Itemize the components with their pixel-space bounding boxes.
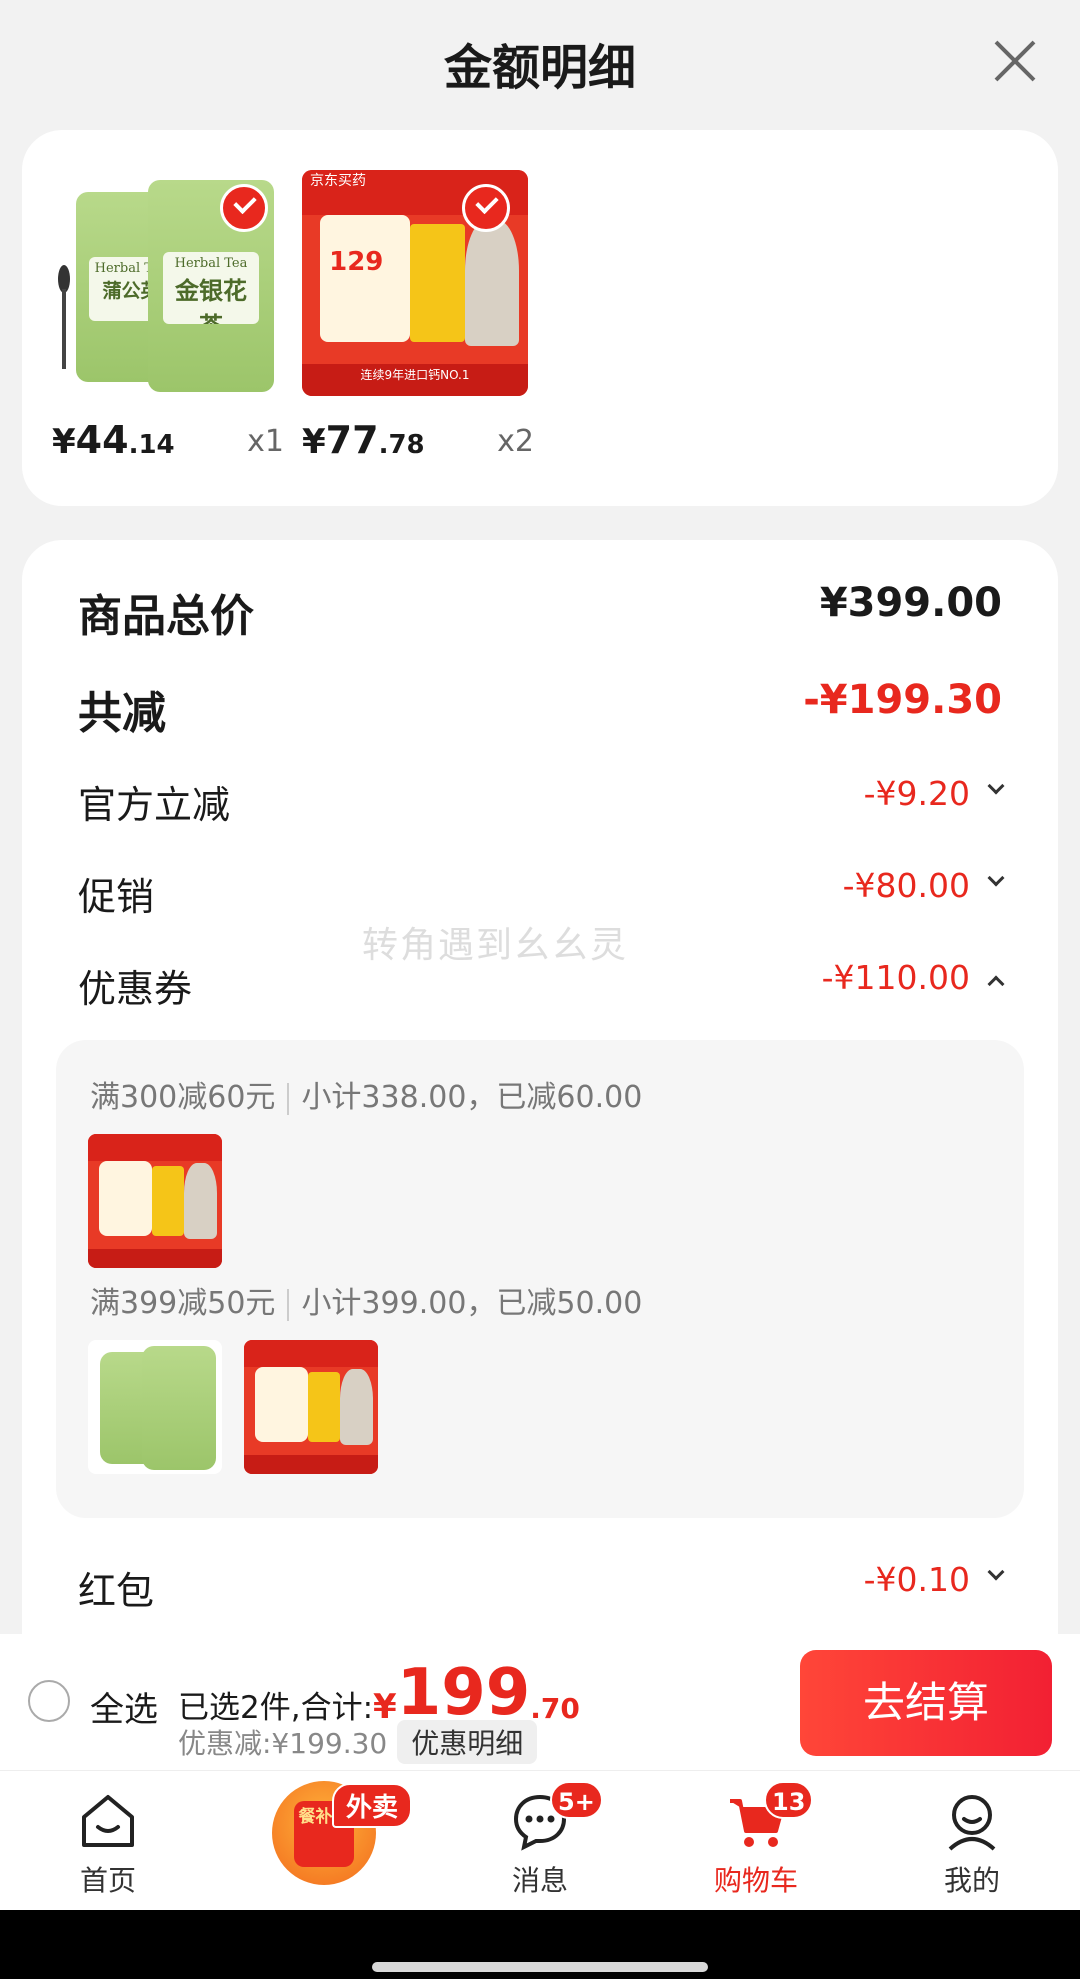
user-icon — [948, 1795, 996, 1851]
close-icon[interactable] — [990, 36, 1040, 86]
image-footer — [88, 1249, 222, 1268]
tab-meal-subsidy[interactable]: 餐补券 外卖 — [216, 1771, 432, 1911]
check-icon[interactable] — [462, 184, 510, 232]
image-footer-text: 连续9年进口钙NO.1 — [302, 364, 528, 396]
cart-badge: 13 — [764, 1781, 814, 1819]
spoon-icon — [58, 265, 70, 375]
coupon-rule-line: 满300减60元 小计338.00，已减60.00 — [90, 1072, 642, 1116]
coupon-product-thumb — [88, 1340, 222, 1474]
coupon-product-thumb — [244, 1340, 378, 1474]
image-price-text: 129 — [329, 246, 384, 277]
product-quantity: x1 — [247, 424, 284, 459]
checkout-button[interactable]: 去结算 — [800, 1650, 1052, 1756]
red-packet-amount: -¥0.10 — [863, 1560, 970, 1599]
promotion-label: 促销 — [78, 875, 155, 919]
total-reduced-row: 共减 -¥199.30 — [78, 677, 1002, 739]
price-decimal: .78 — [378, 430, 425, 460]
tab-cart[interactable]: 13 购物车 — [648, 1771, 864, 1911]
products-card: Herbal Tea蒲公英 Herbal Tea金银花茶 ¥44.14 x1 京… — [22, 130, 1058, 506]
total-integer: 199 — [396, 1656, 531, 1730]
tab-messages-label: 消息 — [511, 1864, 568, 1897]
tab-profile[interactable]: 我的 — [864, 1771, 1080, 1911]
coupon-product-thumb — [88, 1134, 222, 1268]
image-product-box — [152, 1166, 185, 1236]
sheet-header: 金额明细 — [0, 0, 1080, 125]
page-title: 金额明细 — [443, 40, 636, 96]
select-all-label[interactable]: 全选 — [90, 1682, 158, 1731]
message-badge: 5+ — [550, 1781, 603, 1819]
checkout-bar: 全选 已选2件,合计:¥199.70 优惠减:¥199.30 优惠明细 去结算 — [0, 1634, 1080, 1770]
promotion-amount: -¥80.00 — [842, 866, 970, 905]
image-panel — [98, 1160, 153, 1236]
official-discount-amount: -¥9.20 — [863, 774, 970, 813]
product-image: 京东买药 129 连续9年进口钙NO.1 — [302, 170, 528, 396]
price-currency: ¥ — [52, 422, 76, 462]
coupon-summary: 小计338.00，已减60.00 — [301, 1080, 643, 1115]
price-decimal: .14 — [128, 430, 175, 460]
product-price-row: ¥77.78 x2 — [302, 418, 534, 468]
image-panel — [254, 1366, 309, 1442]
red-packet-label: 红包 — [78, 1569, 155, 1613]
tab-home-label: 首页 — [79, 1864, 136, 1897]
product-image: Herbal Tea蒲公英 Herbal Tea金银花茶 — [52, 170, 278, 396]
image-product-box — [410, 224, 465, 342]
coupon-rule-line: 满399减50元 小计399.00，已减50.00 — [90, 1278, 642, 1322]
discount-detail-button[interactable]: 优惠明细 — [397, 1720, 538, 1764]
product-item[interactable]: Herbal Tea蒲公英 Herbal Tea金银花茶 ¥44.14 x1 — [52, 170, 284, 468]
tab-profile-label: 我的 — [943, 1864, 1000, 1897]
image-banner-text: 京东买药 — [310, 173, 366, 189]
takeout-tag: 外卖 — [332, 1783, 413, 1828]
price-integer: 44 — [75, 418, 129, 462]
image-banner — [244, 1340, 378, 1367]
price-breakdown-card: 商品总价 ¥399.00 共减 -¥199.30 官方立减 -¥9.20 促销 … — [22, 540, 1058, 1740]
home-indicator[interactable] — [372, 1962, 708, 1972]
tab-messages[interactable]: 5+ 消息 — [432, 1771, 648, 1911]
coupon-label: 优惠券 — [78, 967, 193, 1011]
tin-label-en: Herbal Tea — [174, 256, 248, 272]
red-packet-row[interactable]: 红包 -¥0.10 — [78, 1560, 1005, 1620]
image-person — [464, 219, 519, 347]
price-currency: ¥ — [302, 422, 326, 462]
total-reduced-label: 共减 — [78, 688, 166, 739]
total-price-amount: ¥399.00 — [819, 580, 1002, 626]
product-item[interactable]: 京东买药 129 连续9年进口钙NO.1 ¥77.78 x2 — [302, 170, 534, 468]
total-price-row: 商品总价 ¥399.00 — [78, 580, 1002, 642]
check-icon[interactable] — [220, 184, 268, 232]
image-footer — [244, 1455, 378, 1474]
official-discount-row[interactable]: 官方立减 -¥9.20 — [78, 774, 1005, 834]
discount-summary: 优惠减:¥199.30 优惠明细 — [178, 1720, 538, 1764]
tab-home[interactable]: 首页 — [0, 1771, 216, 1911]
price-integer: 77 — [325, 418, 379, 462]
watermark: 转角遇到幺幺灵 — [362, 925, 629, 966]
image-banner — [88, 1134, 222, 1161]
tea-tin-front — [142, 1346, 216, 1470]
coupon-rule: 满300减60元 — [90, 1080, 276, 1115]
discount-text: 优惠减:¥199.30 — [178, 1727, 388, 1760]
product-quantity: x2 — [497, 424, 534, 459]
coupon-detail-panel: 满300减60元 小计338.00，已减60.00 满399减50元 小计399.0… — [56, 1040, 1024, 1518]
coupon-summary: 小计399.00，已减50.00 — [301, 1286, 643, 1321]
total-price-label: 商品总价 — [78, 591, 254, 642]
coupon-rule: 满399减50元 — [90, 1286, 276, 1321]
product-price-row: ¥44.14 x1 — [52, 418, 284, 468]
image-panel — [320, 215, 411, 342]
home-icon — [82, 1795, 134, 1847]
coupon-amount: -¥110.00 — [821, 958, 970, 997]
image-product-box — [308, 1372, 341, 1442]
bottom-tab-bar: 首页 餐补券 外卖 5+ 消息 13 购物车 我的 — [0, 1770, 1080, 1911]
select-all-radio[interactable] — [28, 1680, 70, 1722]
image-person — [184, 1163, 217, 1239]
official-discount-label: 官方立减 — [78, 783, 231, 827]
tab-cart-label: 购物车 — [713, 1864, 798, 1897]
total-reduced-amount: -¥199.30 — [803, 677, 1002, 723]
tin-label-cn: 金银花茶 — [175, 276, 247, 324]
image-person — [340, 1369, 373, 1445]
total-decimal: .70 — [530, 1692, 580, 1725]
